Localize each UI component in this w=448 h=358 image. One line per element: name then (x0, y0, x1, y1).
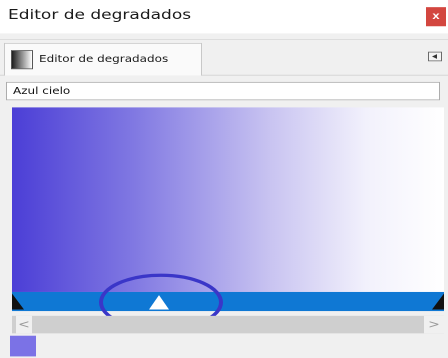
left-endpoint-stop[interactable] (12, 292, 26, 311)
scroll-thumb[interactable] (34, 318, 422, 331)
dock-tab-bar: Editor de degradados (0, 38, 448, 76)
tab-gradient-editor[interactable]: Editor de degradados (4, 42, 202, 76)
right-endpoint-stop[interactable] (432, 292, 446, 311)
gradient-stops-bar[interactable] (12, 291, 444, 312)
gradient-icon (11, 50, 33, 70)
gradient-name-input[interactable]: Azul cielo (6, 81, 440, 101)
scroll-right-arrow[interactable]: > (424, 315, 444, 334)
gradient-preview[interactable] (12, 107, 444, 292)
title-bar: Editor de degradados x (0, 0, 448, 34)
horizontal-scrollbar[interactable]: < > (12, 315, 444, 334)
tab-label: Editor de degradados (39, 53, 169, 65)
triangle-left-icon (432, 54, 437, 59)
scroll-left-arrow[interactable]: < (16, 315, 32, 334)
window-title: Editor de degradados (8, 7, 192, 24)
gradient-editor-window: Editor de degradados x Editor de degrada… (0, 0, 448, 358)
close-button[interactable]: x (426, 7, 446, 27)
selected-color-swatch[interactable] (10, 335, 36, 357)
tab-menu-button[interactable] (428, 51, 442, 62)
